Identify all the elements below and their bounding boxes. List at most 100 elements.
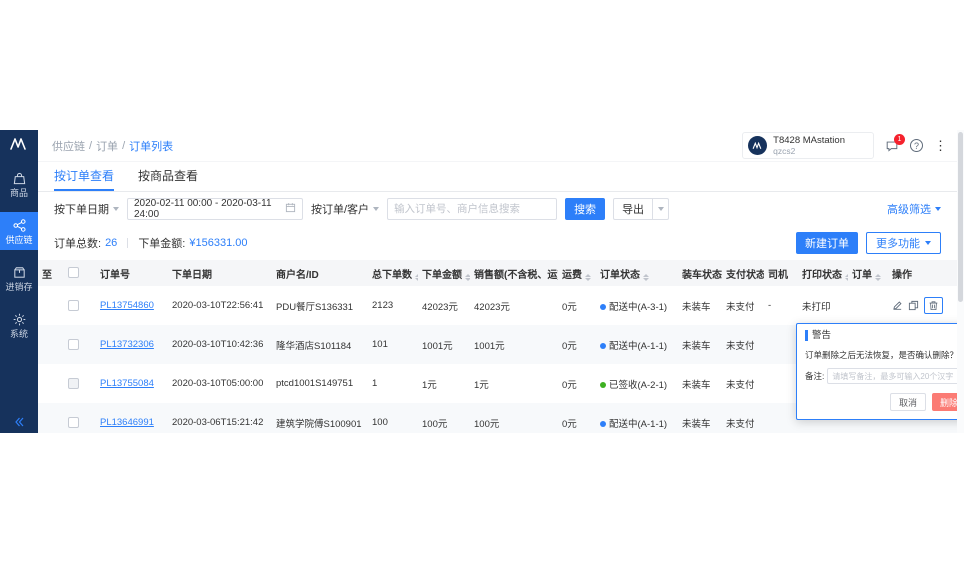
column-header-freight[interactable]: 运费 xyxy=(558,260,596,286)
status-dot xyxy=(600,304,606,310)
status-dot xyxy=(600,343,606,349)
chevron-down-icon xyxy=(935,207,941,211)
vertical-scrollbar[interactable] xyxy=(957,130,964,433)
sidebar-item-goods[interactable]: 商品 xyxy=(0,165,38,203)
column-header-order_extra[interactable]: 订单 xyxy=(848,260,888,286)
row-checkbox[interactable] xyxy=(68,339,79,350)
new-order-button[interactable]: 新建订单 xyxy=(796,232,858,254)
top-bar: 供应链 / 订单 / 订单列表 T8428 MAstation qzcs2 xyxy=(38,130,957,162)
sort-icon[interactable] xyxy=(465,274,470,281)
advanced-filter-link[interactable]: 高级筛选 xyxy=(887,201,941,217)
chain-icon xyxy=(12,218,27,233)
column-header-driver: 司机 xyxy=(764,260,798,286)
order-number-link[interactable]: PL13755084 xyxy=(100,378,154,389)
column-header-qty[interactable]: 总下单数 xyxy=(368,260,418,286)
order-status: 配送中(A-3-1) xyxy=(609,302,667,313)
row-checkbox[interactable] xyxy=(68,300,79,311)
sort-icon[interactable] xyxy=(585,274,591,281)
user-account-box[interactable]: T8428 MAstation qzcs2 xyxy=(742,132,874,159)
order-number-link[interactable]: PL13732306 xyxy=(100,339,154,350)
sidebar-item-system[interactable]: 系统 xyxy=(0,306,38,344)
user-name: T8428 MAstation xyxy=(773,135,845,147)
sidebar-item-supply-chain[interactable]: 供应链 xyxy=(0,212,38,250)
order-status: 配送中(A-1-1) xyxy=(609,419,667,430)
breadcrumb-supply-chain[interactable]: 供应链 xyxy=(52,138,85,154)
order-amount: 下单金额: ¥156331.00 xyxy=(138,235,247,251)
column-header-order_date: 下单日期 xyxy=(168,260,272,286)
delete-order-icon[interactable] xyxy=(924,297,943,314)
breadcrumb-separator: / xyxy=(89,140,92,152)
date-range-input[interactable]: 2020-02-11 00:00 - 2020-03-11 24:00 xyxy=(127,198,303,220)
sidebar-collapse-icon[interactable] xyxy=(0,416,38,428)
chevron-down-icon xyxy=(373,207,379,211)
status-dot xyxy=(600,382,606,388)
dialog-title: 警告 xyxy=(805,330,831,341)
date-type-select[interactable]: 按下单日期 xyxy=(54,201,119,217)
column-header-sales[interactable]: 销售额(不含税、运) xyxy=(470,260,558,286)
bag-icon xyxy=(12,171,27,186)
search-button[interactable]: 搜索 xyxy=(565,198,605,220)
sidebar-item-label: 供应链 xyxy=(5,236,32,245)
order-count-value: 26 xyxy=(105,237,117,249)
search-type-select[interactable]: 按订单/客户 xyxy=(311,201,379,217)
status-dot xyxy=(600,421,606,427)
view-tabs: 按订单查看 按商品查看 xyxy=(38,162,957,192)
column-header-status[interactable]: 订单状态 xyxy=(596,260,678,286)
divider xyxy=(127,238,128,248)
sidebar-item-inventory[interactable]: 进销存 xyxy=(0,259,38,297)
message-badge: 1 xyxy=(894,134,905,145)
column-header-seq: 至 xyxy=(38,260,64,286)
sidebar: 商品 供应链 进销存 系统 xyxy=(0,130,38,433)
sort-icon[interactable] xyxy=(875,274,881,281)
row-checkbox[interactable] xyxy=(68,378,79,389)
delete-confirm-dialog: 警告 × 订单删除之后无法恢复，是否确认删除？ 备注: 取消 删除 xyxy=(796,323,957,420)
avatar xyxy=(748,136,767,155)
column-header-order_no: 订单号 xyxy=(96,260,168,286)
breadcrumb-current: 订单列表 xyxy=(129,138,173,154)
edit-order-icon[interactable] xyxy=(892,300,903,311)
sort-icon[interactable] xyxy=(643,274,649,281)
order-number-link[interactable]: PL13646991 xyxy=(100,417,154,428)
column-header-amount[interactable]: 下单金额 xyxy=(418,260,470,286)
order-number-link[interactable]: PL13754860 xyxy=(100,300,154,311)
gear-icon xyxy=(12,312,27,327)
column-header-print_status[interactable]: 打印状态 xyxy=(798,260,848,286)
export-button[interactable]: 导出 xyxy=(613,198,669,220)
export-dropdown-icon[interactable] xyxy=(652,199,668,219)
copy-order-icon[interactable] xyxy=(908,300,919,311)
sidebar-item-label: 商品 xyxy=(10,189,28,198)
chevron-down-icon xyxy=(113,207,119,211)
row-checkbox[interactable] xyxy=(68,417,79,428)
column-header-merchant: 商户名/ID xyxy=(272,260,368,286)
chevron-down-icon xyxy=(925,241,931,245)
scrollbar-thumb[interactable] xyxy=(958,132,963,302)
delete-button[interactable]: 删除 xyxy=(932,393,957,411)
help-icon[interactable]: ? xyxy=(910,139,923,152)
sidebar-item-label: 进销存 xyxy=(5,283,32,292)
column-header-load_status: 装车状态 xyxy=(678,260,722,286)
calendar-icon xyxy=(285,202,296,216)
tab-by-order[interactable]: 按订单查看 xyxy=(54,162,114,191)
column-header-actions: 操作 xyxy=(888,260,957,286)
sort-icon[interactable] xyxy=(415,274,418,281)
remark-input[interactable] xyxy=(827,368,957,384)
message-icon[interactable]: 1 xyxy=(885,139,899,153)
tab-by-product[interactable]: 按商品查看 xyxy=(138,162,198,191)
more-menu-icon[interactable]: ⋮ xyxy=(934,139,947,152)
summary-bar: 订单总数: 26 下单金额: ¥156331.00 新建订单 更多功能 xyxy=(38,226,957,260)
box-icon xyxy=(12,265,27,280)
search-input[interactable] xyxy=(394,203,550,215)
cancel-button[interactable]: 取消 xyxy=(890,393,926,411)
app-window: 商品 供应链 进销存 系统 供应链 xyxy=(0,130,957,433)
dialog-message: 订单删除之后无法恢复，是否确认删除？ xyxy=(805,349,957,361)
top-right-area: T8428 MAstation qzcs2 1 ? ⋮ xyxy=(742,132,947,159)
breadcrumb-orders[interactable]: 订单 xyxy=(96,138,118,154)
sort-icon[interactable] xyxy=(845,274,848,281)
filter-bar: 按下单日期 2020-02-11 00:00 - 2020-03-11 24:0… xyxy=(38,192,957,226)
select-all-checkbox[interactable] xyxy=(68,267,79,278)
search-input-wrap xyxy=(387,198,557,220)
breadcrumb: 供应链 / 订单 / 订单列表 xyxy=(52,138,173,154)
more-functions-button[interactable]: 更多功能 xyxy=(866,232,941,254)
breadcrumb-separator: / xyxy=(122,140,125,152)
order-status: 已签收(A-2-1) xyxy=(609,380,667,391)
